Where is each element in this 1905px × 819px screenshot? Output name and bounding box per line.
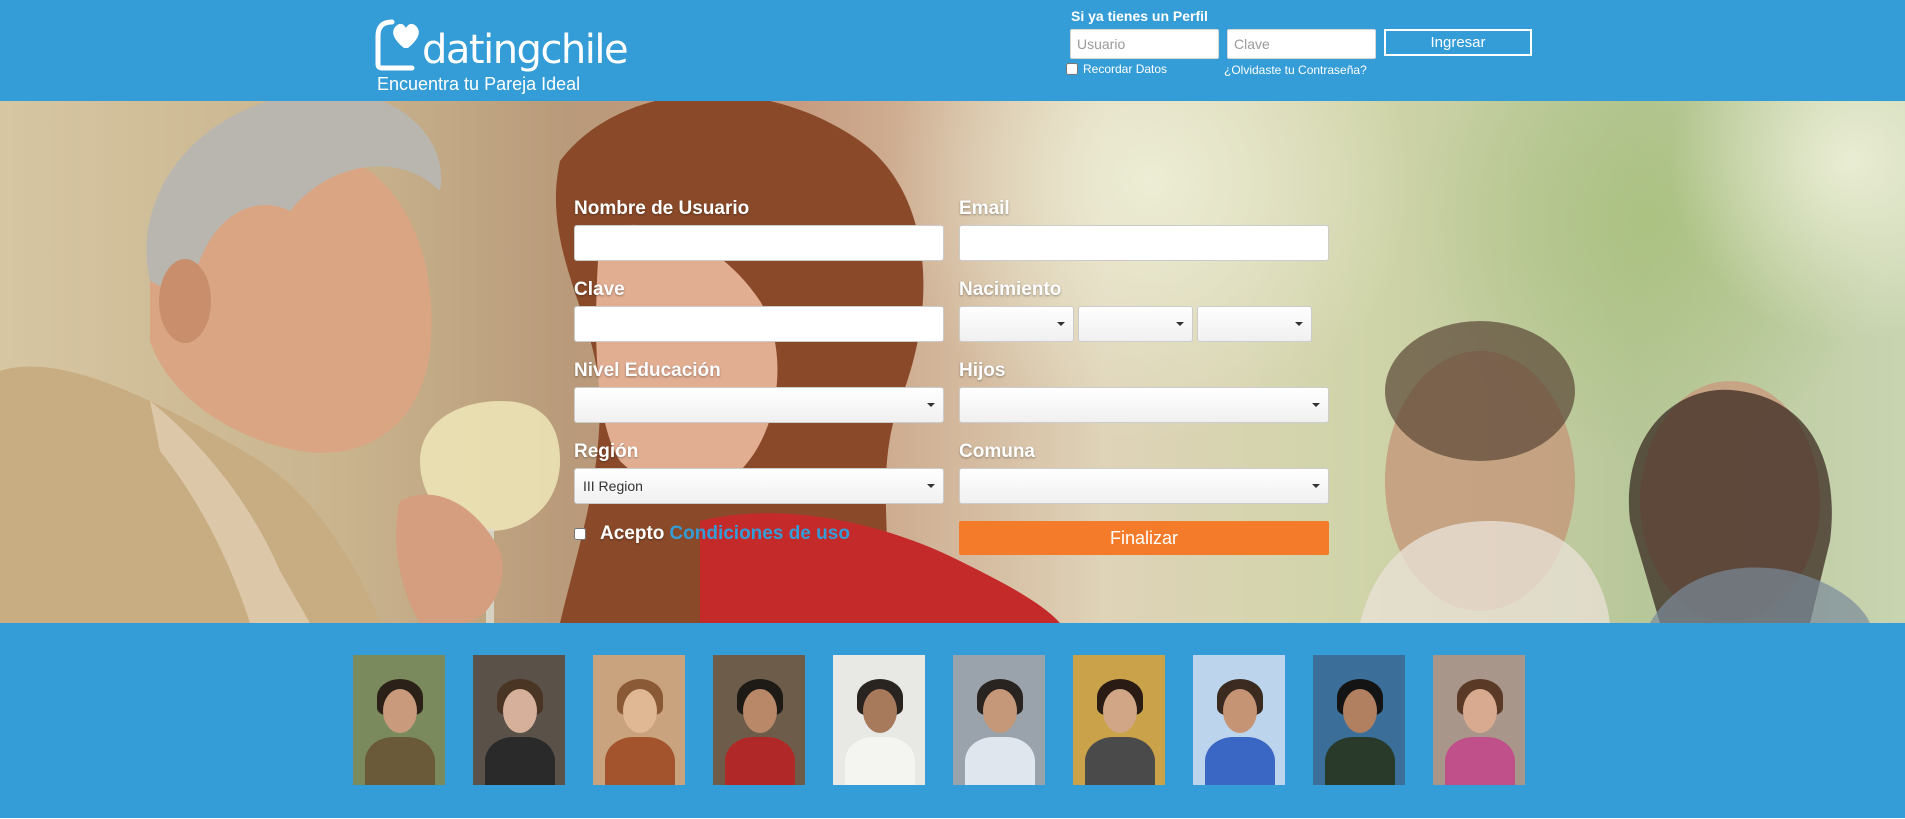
profile-body [845, 737, 915, 785]
chevron-down-icon [927, 403, 935, 407]
region-selected-value: III Region [583, 478, 643, 494]
profile-body [965, 737, 1035, 785]
education-label: Nivel Educación [574, 360, 721, 381]
birth-year-select[interactable] [1197, 306, 1312, 342]
birth-month-select[interactable] [1078, 306, 1193, 342]
username-label: Nombre de Usuario [574, 198, 750, 219]
profile-face [863, 689, 897, 733]
profile-face [983, 689, 1017, 733]
birth-day-select[interactable] [959, 306, 1074, 342]
profile-body [605, 737, 675, 785]
profile-photo-1[interactable] [353, 655, 445, 785]
signup-password-input[interactable] [574, 306, 944, 342]
accept-terms-checkbox[interactable] [574, 528, 586, 540]
hero-photo [0, 101, 1905, 623]
profile-face [623, 689, 657, 733]
heart-logo-icon [375, 19, 419, 71]
profile-photo-2[interactable] [473, 655, 565, 785]
region-select[interactable]: III Region [574, 468, 944, 504]
brand-tagline: Encuentra tu Pareja Ideal [377, 74, 581, 94]
profile-body [1085, 737, 1155, 785]
profile-body [1445, 737, 1515, 785]
accept-terms[interactable]: Acepto Condiciones de uso [574, 523, 850, 545]
login-password-input[interactable] [1227, 29, 1376, 59]
profile-face [1223, 689, 1257, 733]
children-select[interactable] [959, 387, 1329, 423]
accept-label: Acepto [600, 523, 665, 544]
forgot-password-link[interactable]: ¿Olvidaste tu Contraseña? [1224, 63, 1367, 77]
chevron-down-icon [1295, 322, 1303, 326]
remember-me[interactable]: Recordar Datos [1066, 62, 1167, 76]
profile-face [1463, 689, 1497, 733]
profile-body [1325, 737, 1395, 785]
profile-body [1205, 737, 1275, 785]
profile-photo-6[interactable] [953, 655, 1045, 785]
profile-face [1343, 689, 1377, 733]
profile-body [725, 737, 795, 785]
chevron-down-icon [1057, 322, 1065, 326]
profile-photo-4[interactable] [713, 655, 805, 785]
brand-logo[interactable]: datingchile [372, 12, 629, 73]
login-button[interactable]: Ingresar [1384, 29, 1532, 56]
email-label: Email [959, 198, 1010, 219]
children-label: Hijos [959, 360, 1006, 381]
remember-label: Recordar Datos [1083, 62, 1168, 76]
profile-body [485, 737, 555, 785]
terms-link[interactable]: Condiciones de uso [669, 523, 850, 545]
login-username-input[interactable] [1070, 29, 1219, 59]
commune-label: Comuna [959, 441, 1035, 462]
education-select[interactable] [574, 387, 944, 423]
profile-body [365, 737, 435, 785]
chevron-down-icon [1312, 403, 1320, 407]
profile-strip [0, 623, 1905, 819]
region-label: Región [574, 441, 639, 462]
profile-face [383, 689, 417, 733]
login-title: Si ya tienes un Perfil [1071, 8, 1208, 24]
chevron-down-icon [1176, 322, 1184, 326]
profile-photo-5[interactable] [833, 655, 925, 785]
commune-select[interactable] [959, 468, 1329, 504]
signup-email-input[interactable] [959, 225, 1329, 261]
site-header: datingchile Encuentra tu Pareja Ideal Si… [0, 0, 1905, 101]
chevron-down-icon [1312, 484, 1320, 488]
profile-photo-7[interactable] [1073, 655, 1165, 785]
hero-banner: Nombre de Usuario Email Clave Nacimiento… [0, 101, 1905, 623]
signup-username-input[interactable] [574, 225, 944, 261]
password-label: Clave [574, 279, 625, 300]
profile-thumbnails [353, 655, 1525, 785]
profile-face [743, 689, 777, 733]
profile-photo-9[interactable] [1313, 655, 1405, 785]
profile-photo-10[interactable] [1433, 655, 1525, 785]
birth-label: Nacimiento [959, 279, 1062, 300]
profile-photo-3[interactable] [593, 655, 685, 785]
profile-face [503, 689, 537, 733]
remember-checkbox[interactable] [1066, 63, 1078, 75]
profile-face [1103, 689, 1137, 733]
brand-name: datingchile [422, 27, 629, 73]
profile-photo-8[interactable] [1193, 655, 1285, 785]
chevron-down-icon [927, 484, 935, 488]
finalizar-button[interactable]: Finalizar [959, 521, 1329, 555]
